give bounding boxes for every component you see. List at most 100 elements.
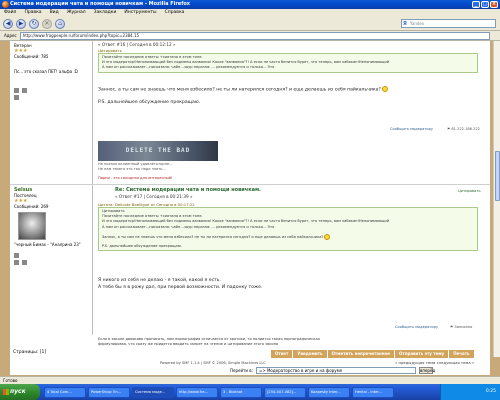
forum-page: Ветеран ★★★ Сообщений: 785 Пс... это ска… [10,41,490,375]
forward-arrow-icon[interactable]: ▶ [16,18,26,29]
topic-action-bar: Ответ Уведомить Отметить непрочитанное О… [270,350,474,358]
post-divider [92,41,93,201]
board-select[interactable]: => Модераторство в игре и на форуме [255,367,416,374]
window-title: Система модерации чата и помощи новичкам… [10,1,191,7]
poster-icons [14,88,86,93]
status-bar: Готово [0,376,500,384]
menu-bar: Файл Правка Вид Журнал Закладки Инструме… [0,9,500,17]
post-ps: P.S. дальнейшее обсуждение прекращаю. [98,100,201,105]
quote-block: Цитировать Пачитайте последние ответы +с… [98,207,478,252]
post-body: Я никого из себя не делаю - я такой, как… [98,278,221,283]
navigation-toolbar: ◀ ▶ ↻ ✕ ⌂ Я Yandex [0,17,500,31]
notify-button[interactable]: Уведомить [292,350,327,358]
taskbar-item[interactable]: 4 Total Com... [44,386,86,398]
email-icon[interactable] [22,88,27,93]
poster-info: Ветеран ★★★ Сообщений: 785 Пс... это ска… [14,43,86,100]
poster-post-count: Сообщений: 269 [14,204,49,209]
forum-post: Ветеран ★★★ Сообщений: 785 Пс... это ска… [10,41,490,201]
avatar [18,212,46,240]
mark-unread-button[interactable]: Отметить непрочитанное [326,350,394,358]
menu-bookmarks[interactable]: Закладки [94,9,117,17]
taskbar-item[interactable]: Koapesky Inter... [308,386,350,398]
yandex-search-icon: Я [403,21,409,27]
stop-icon[interactable]: ✕ [42,18,52,29]
windows-logo-icon [3,389,9,395]
close-button[interactable]: × [490,1,498,8]
page-viewport: Ветеран ★★★ Сообщений: 785 Пс... это ска… [0,41,500,376]
report-to-moderator-link[interactable]: Сообщить модератору [390,127,433,131]
quote-block: Пачитайте последние ответы +сиатана в эт… [98,53,478,73]
poster-ip: ⚑ 81.222.186.222 [447,127,480,131]
clock[interactable]: 0:25 [486,389,496,394]
profile-icon[interactable] [14,253,19,258]
post-body: Заннос, а ты сам не знаешь что меня взбе… [98,86,389,94]
jump-to-bar: Перейти в: => Модераторство в игре и на … [230,367,435,374]
signature-line: Не поэзия оклиенный удовлетьторне... [98,162,173,166]
window-titlebar: Система модерации чата и помощи новичкам… [0,0,500,9]
menu-file[interactable]: Файл [4,9,16,17]
footer-credits[interactable]: Powered by SMF 1.1.4 | SMF © 2006, Simpl… [160,361,266,365]
ip-icon: ⚑ [450,325,454,329]
menu-view[interactable]: Вид [50,9,59,17]
post-date: « Ответ #16 | Сегодня в 00:12:12 » [98,42,176,47]
windows-taskbar: пуск 4 Total Com... PowerShop: En... Сис… [0,384,500,400]
signature-note: Если в законе двоякиво прописать, нам по… [98,337,320,346]
taskbar-item[interactable]: http://www.fra... [176,386,218,398]
pm-icon[interactable] [22,260,27,265]
signature-line: Парни - это солидная для интересный! [98,176,173,180]
reload-icon[interactable]: ↻ [29,18,39,29]
home-icon[interactable]: ⌂ [55,18,65,29]
minimize-button[interactable]: _ [472,1,480,8]
email-icon[interactable] [14,260,19,265]
poster-icons [14,253,86,258]
poster-post-count: Сообщений: 785 [14,54,49,59]
pagination[interactable]: Страницы: [1] [13,350,46,355]
menu-help[interactable]: Справка [165,9,185,17]
scrollbar-thumb[interactable] [495,151,500,201]
system-tray: 0:25 [440,384,500,400]
firefox-icon [2,1,9,8]
taskbar-item[interactable]: [254-407-082]... [264,386,306,398]
page-scrollbar[interactable] [493,41,500,357]
poster-icons-2 [14,260,86,265]
go-button[interactable]: вперёд [418,367,435,374]
address-label: Адрес [4,33,17,38]
taskbar-item[interactable]: Система моде... [132,386,174,398]
post-subject: Re: Система модерации чата и помощи нови… [115,187,261,193]
post-body: А тебе бы я в рожу дал, при первой возмо… [98,285,263,290]
poster-info: Selsus Постоялец ★★★ Сообщений: 269 "чер… [14,187,86,265]
post-divider [92,185,93,335]
topic-navigation[interactable]: « предыдущая тема следующая тема » [395,360,474,365]
poster-personal-text: Пс... это сказал ПЕТ! альфа :D [14,69,78,74]
maximize-button[interactable]: □ [481,1,489,8]
taskbar-item[interactable]: Hentai - Inter... [352,386,394,398]
quote-button[interactable]: Цитировать [458,189,481,193]
print-button[interactable]: Печать [448,350,474,358]
menu-edit[interactable]: Правка [24,9,41,17]
ip-icon: ⚑ [447,127,451,131]
pm-icon[interactable] [14,95,19,100]
taskbar-item[interactable]: PowerShop: En... [88,386,130,398]
menu-tools[interactable]: Инструменты [124,9,156,17]
start-button[interactable]: пуск [0,384,40,400]
send-topic-button[interactable]: Отправить эту тему [393,350,449,358]
poster-icons-2 [14,95,86,100]
url-input[interactable]: http://www.fragpeople.ru/forum/index.php… [19,31,490,40]
reply-button[interactable]: Ответ [270,350,293,358]
logged-label: ⚑ Записано [450,325,473,329]
taskbar-tasks: 4 Total Com... PowerShop: En... Система … [44,386,394,398]
signature-line: Не нам твоего это так надо знать... [98,167,166,171]
back-arrow-icon[interactable]: ◀ [3,18,13,29]
smiley-icon [324,233,331,240]
poster-personal-text: "черный Бимах - "Аналрина 23" [14,242,81,247]
address-bar: Адрес http://www.fragpeople.ru/forum/ind… [0,31,500,41]
post-date: « Ответ #17 | Сегодня в 00:21:39 » [115,194,193,199]
taskbar-item[interactable]: 3 - Bloknot [220,386,262,398]
search-input[interactable]: Я Yandex [401,19,496,28]
menu-history[interactable]: Журнал [67,9,86,17]
forum-post: Selsus Постоялец ★★★ Сообщений: 269 "чер… [10,184,490,335]
signature-banner: DELETE THE BAD [98,141,218,161]
jump-label: Перейти в: [230,368,253,373]
profile-icon[interactable] [14,88,19,93]
report-to-moderator-link[interactable]: Сообщить модератору [395,325,438,329]
